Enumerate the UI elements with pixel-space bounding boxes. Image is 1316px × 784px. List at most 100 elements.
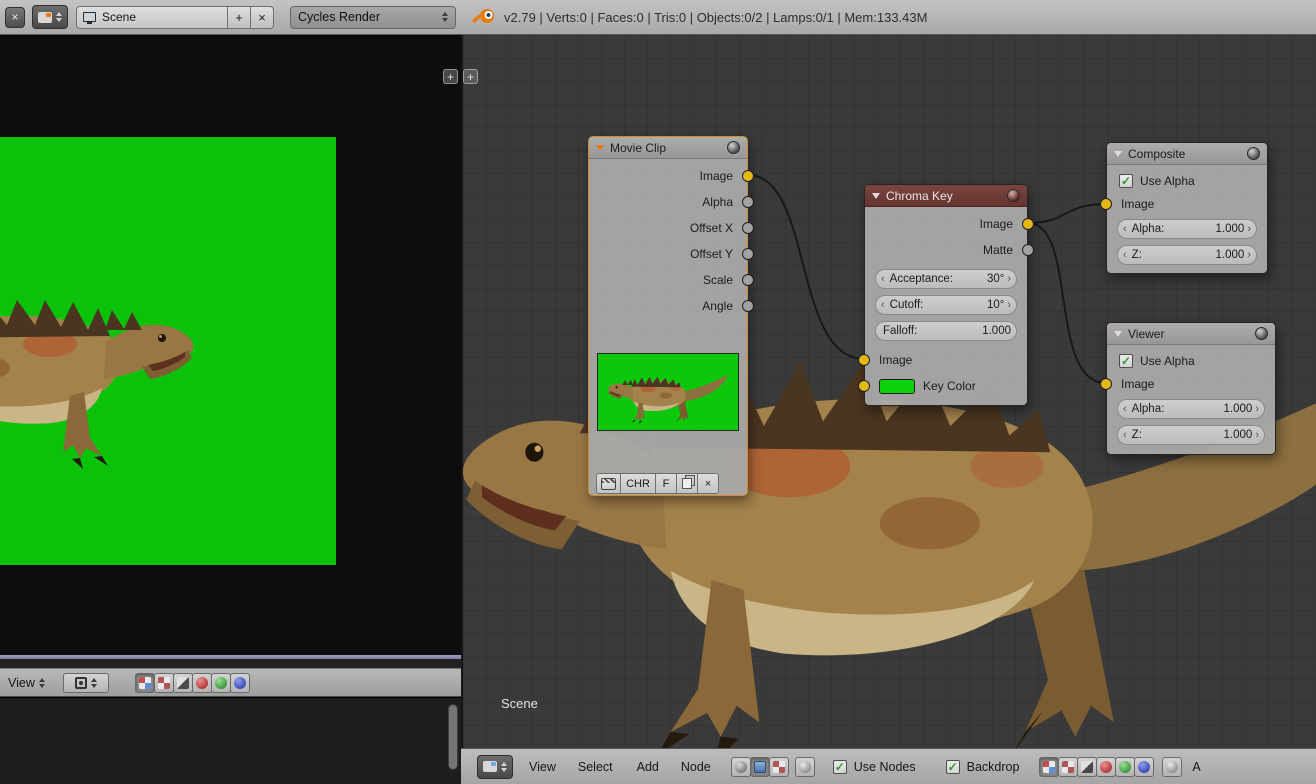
backdrop-checkbox[interactable]: ✓ (946, 760, 960, 774)
node-title: Movie Clip (610, 141, 666, 155)
unlink-clip-button[interactable]: × (697, 473, 719, 494)
editor-type-dropdown[interactable] (32, 5, 68, 29)
menu-node[interactable]: Node (681, 760, 711, 774)
decrement-arrow-icon[interactable]: ‹ (881, 274, 885, 285)
backdrop-channel-alpha-button[interactable] (1058, 757, 1078, 777)
use-nodes-checkbox[interactable]: ✓ (833, 760, 847, 774)
node-composite[interactable]: Composite ✓ Use Alpha Image ‹ Alpha: 1.0… (1106, 142, 1268, 274)
auto-render-label-partial[interactable]: A (1192, 760, 1200, 774)
preview-sphere-icon[interactable] (1007, 189, 1020, 202)
delete-scene-button[interactable]: × (250, 6, 274, 29)
clip-name-field[interactable]: CHR (620, 473, 656, 494)
menu-view[interactable]: View (529, 760, 556, 774)
fake-user-button[interactable]: F (655, 473, 677, 494)
decrement-arrow-icon[interactable]: ‹ (1123, 404, 1127, 415)
menu-select[interactable]: Select (578, 760, 613, 774)
offset-x-output-socket[interactable] (742, 222, 754, 234)
scene-name-field[interactable]: Scene (76, 6, 228, 29)
image-input-socket[interactable] (1100, 378, 1112, 390)
editor-type-dropdown[interactable] (477, 755, 513, 779)
backdrop-channel-z-button[interactable] (1077, 757, 1097, 777)
draw-channel-color-alpha-button[interactable] (135, 673, 155, 693)
increment-arrow-icon[interactable]: › (1247, 250, 1251, 261)
node-editor-canvas[interactable]: Movie Clip Image Alpha Offset X Offset Y (461, 35, 1316, 748)
blue-channel-icon (234, 677, 246, 689)
offset-y-output-socket[interactable] (742, 248, 754, 260)
add-scene-button[interactable]: + (227, 6, 251, 29)
decrement-arrow-icon[interactable]: ‹ (1123, 250, 1127, 261)
cutoff-field[interactable]: ‹ Cutoff: 10° › (875, 295, 1017, 315)
shader-tree-button[interactable] (731, 757, 751, 777)
draw-channel-z-button[interactable] (173, 673, 193, 693)
use-alpha-checkbox[interactable]: ✓ (1119, 354, 1133, 368)
alpha-checker-icon (1062, 761, 1074, 773)
key-color-input-socket[interactable] (858, 380, 870, 392)
collapse-triangle-icon[interactable] (872, 193, 880, 199)
falloff-field[interactable]: Falloff: 1.000 (875, 321, 1017, 341)
menu-add[interactable]: Add (637, 760, 659, 774)
node-movie-clip[interactable]: Movie Clip Image Alpha Offset X Offset Y (588, 136, 748, 496)
texture-tree-button[interactable] (769, 757, 789, 777)
render-engine-dropdown[interactable]: Cycles Render (290, 6, 456, 29)
output-row-offset-y: Offset Y (589, 241, 747, 267)
increment-arrow-icon[interactable]: › (1007, 300, 1011, 311)
snap-sphere-button[interactable] (1162, 757, 1182, 777)
collapse-triangle-icon[interactable] (596, 145, 604, 151)
pivot-icon (75, 677, 87, 689)
image-output-socket[interactable] (742, 170, 754, 182)
image-input-socket[interactable] (1100, 198, 1112, 210)
decrement-arrow-icon[interactable]: ‹ (1123, 224, 1127, 235)
open-clip-button[interactable] (676, 473, 698, 494)
node-chroma-key[interactable]: Chroma Key Image Matte ‹ Acceptance: 30°… (864, 184, 1028, 406)
node-header[interactable]: Movie Clip (589, 137, 747, 159)
node-header[interactable]: Composite (1107, 143, 1267, 165)
angle-output-socket[interactable] (742, 300, 754, 312)
draw-channel-b-button[interactable] (230, 673, 250, 693)
decrement-arrow-icon[interactable]: ‹ (1123, 430, 1127, 441)
pivot-dropdown[interactable] (63, 673, 109, 693)
draw-channel-g-button[interactable] (211, 673, 231, 693)
preview-sphere-icon[interactable] (1247, 147, 1260, 160)
collapse-triangle-icon[interactable] (1114, 151, 1122, 157)
vertical-scrollbar[interactable] (448, 704, 458, 770)
preview-sphere-icon[interactable] (1255, 327, 1268, 340)
z-field[interactable]: ‹ Z: 1.000 › (1117, 245, 1257, 265)
alpha-output-socket[interactable] (742, 196, 754, 208)
backdrop-channel-b-button[interactable] (1134, 757, 1154, 777)
draw-channel-r-button[interactable] (192, 673, 212, 693)
increment-arrow-icon[interactable]: › (1007, 274, 1011, 285)
use-nodes-toggle[interactable]: ✓ Use Nodes (833, 760, 916, 774)
image-input-socket[interactable] (858, 354, 870, 366)
matte-output-socket[interactable] (1022, 244, 1034, 256)
backdrop-channel-color-alpha-button[interactable] (1039, 757, 1059, 777)
backdrop-toggle[interactable]: ✓ Backdrop (946, 760, 1020, 774)
z-field[interactable]: ‹ Z: 1.000 › (1117, 425, 1265, 445)
node-header[interactable]: Viewer (1107, 323, 1275, 345)
alpha-field[interactable]: ‹ Alpha: 1.000 › (1117, 399, 1265, 419)
node-header[interactable]: Chroma Key (865, 185, 1027, 207)
use-alpha-checkbox[interactable]: ✓ (1119, 174, 1133, 188)
collapse-header-button[interactable]: × (5, 7, 25, 28)
backdrop-channel-g-button[interactable] (1115, 757, 1135, 777)
image-output-socket[interactable] (1022, 218, 1034, 230)
backdrop-channel-r-button[interactable] (1096, 757, 1116, 777)
acceptance-field[interactable]: ‹ Acceptance: 30° › (875, 269, 1017, 289)
expand-region-tab-right[interactable]: + (463, 69, 478, 84)
increment-arrow-icon[interactable]: › (1247, 224, 1251, 235)
preview-sphere-icon[interactable] (727, 141, 740, 154)
scale-output-socket[interactable] (742, 274, 754, 286)
menu-view[interactable]: View (8, 676, 45, 690)
key-color-swatch[interactable] (879, 379, 915, 394)
increment-arrow-icon[interactable]: › (1255, 404, 1259, 415)
collapse-triangle-icon[interactable] (1114, 331, 1122, 337)
alpha-field[interactable]: ‹ Alpha: 1.000 › (1117, 219, 1257, 239)
compositing-tree-button[interactable] (750, 757, 770, 777)
increment-arrow-icon[interactable]: › (1255, 430, 1259, 441)
node-viewer[interactable]: Viewer ✓ Use Alpha Image ‹ Alpha: 1.000 … (1106, 322, 1276, 455)
image-viewport[interactable] (0, 35, 461, 655)
expand-region-tab-left[interactable]: + (443, 69, 458, 84)
draw-channel-alpha-button[interactable] (154, 673, 174, 693)
material-sphere-button[interactable] (795, 757, 815, 777)
clip-browse-button[interactable] (596, 473, 621, 494)
decrement-arrow-icon[interactable]: ‹ (881, 300, 885, 311)
